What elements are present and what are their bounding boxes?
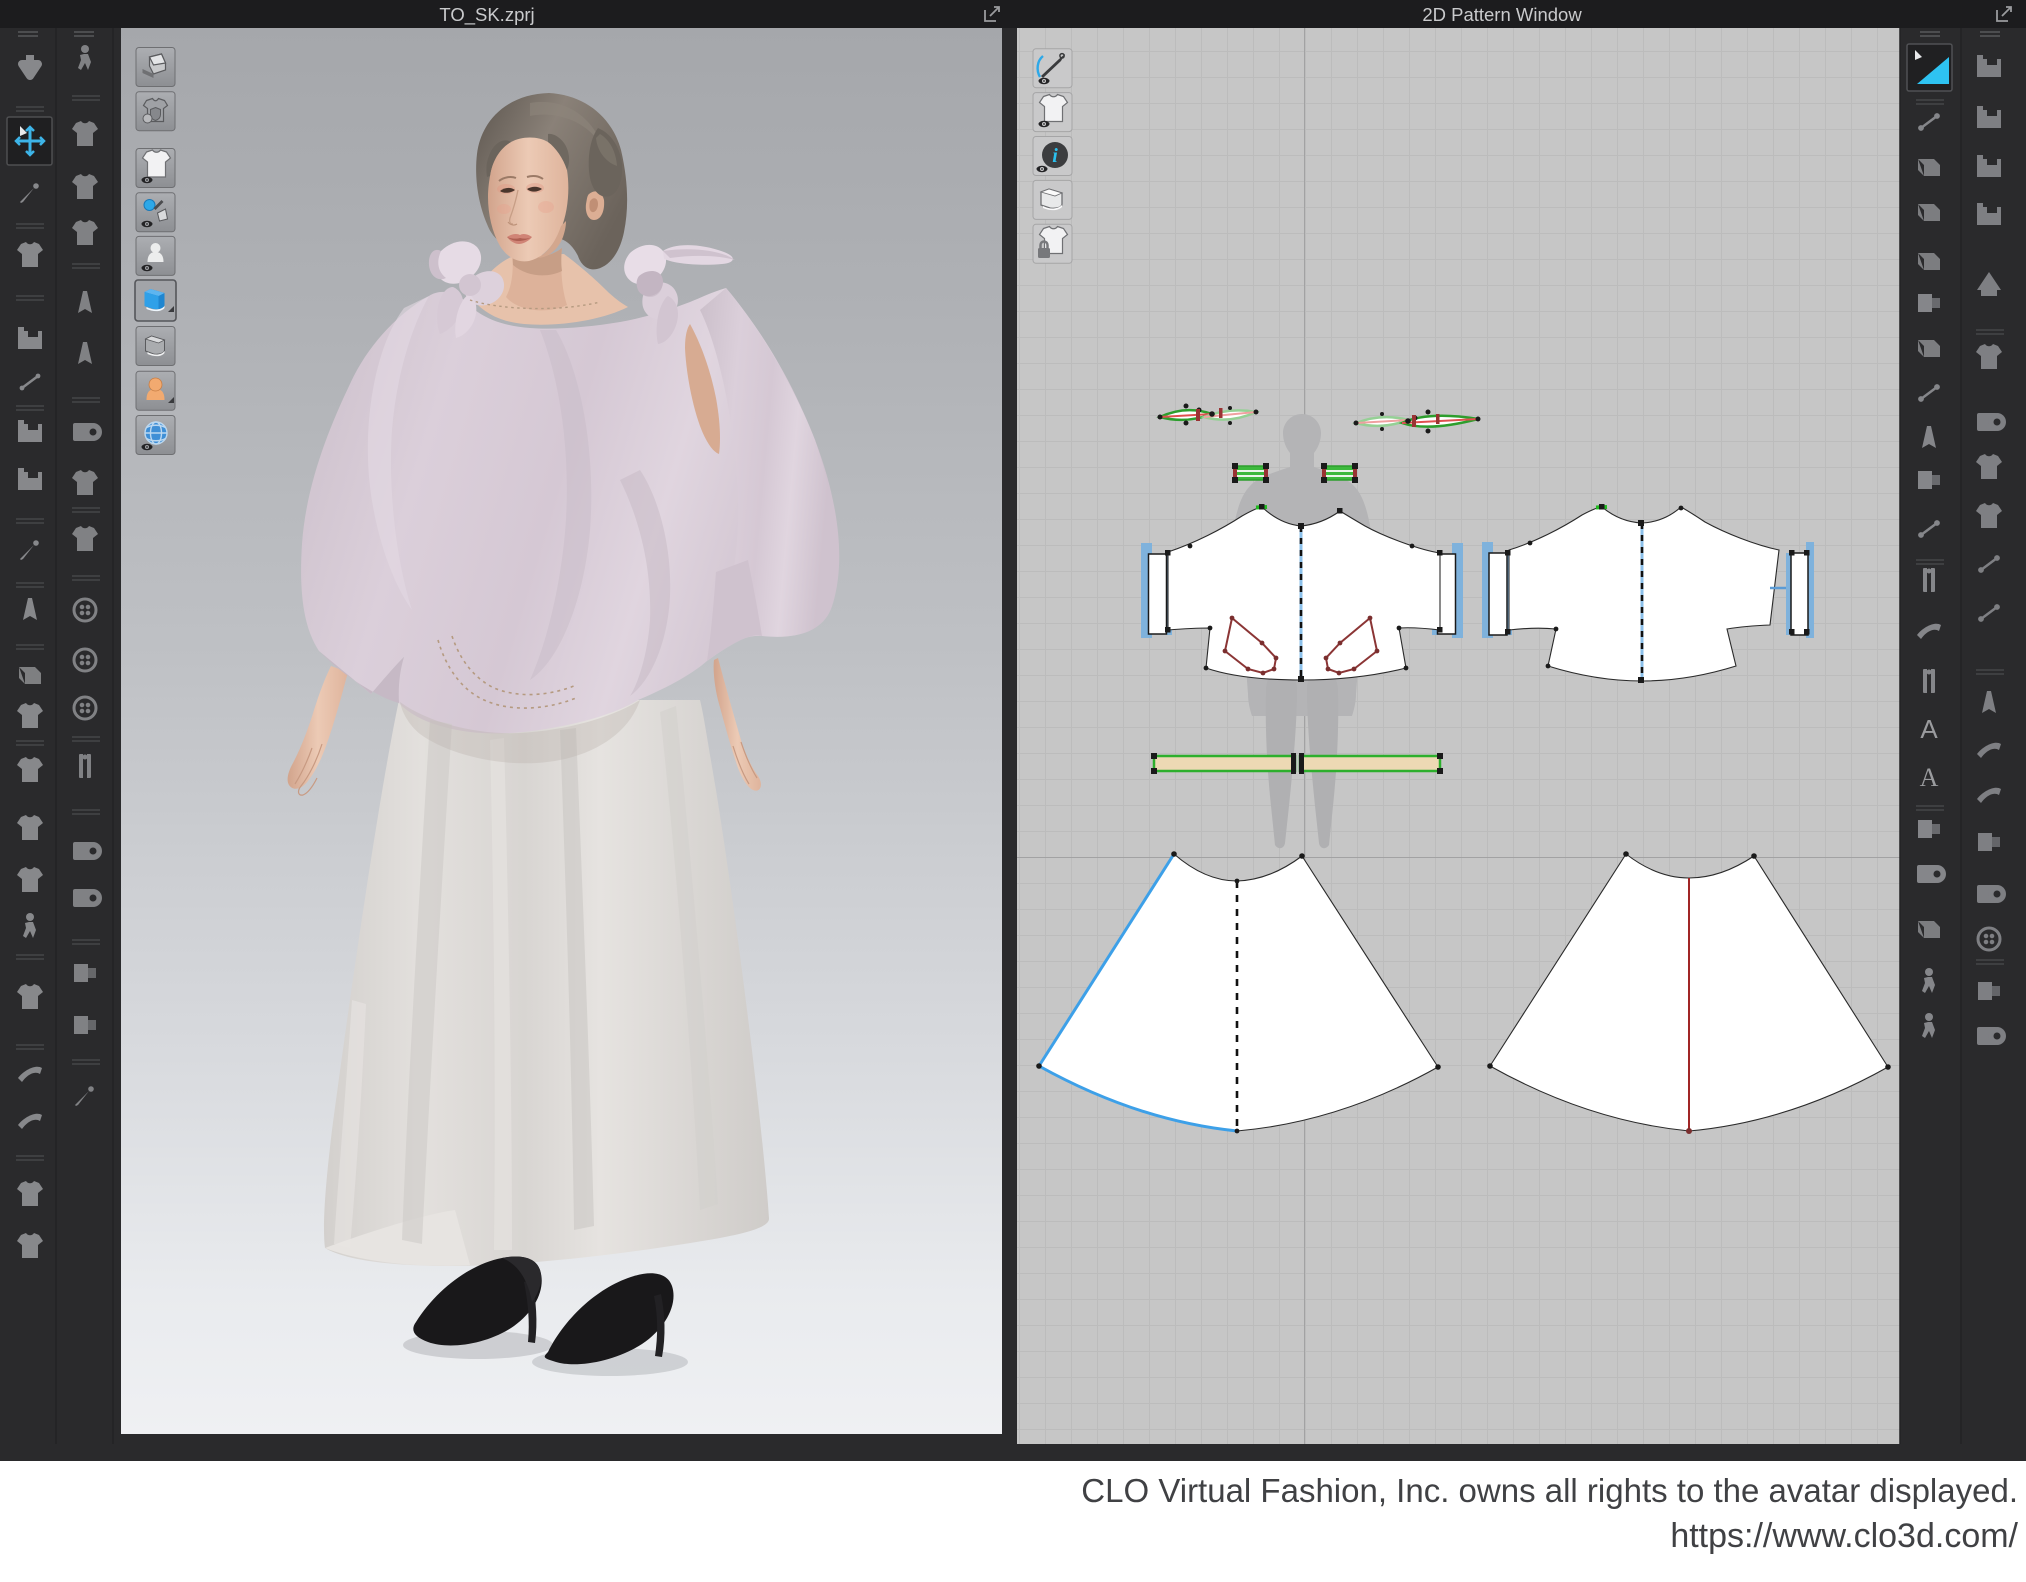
svg-text:i: i (1052, 145, 1058, 167)
svg-text:A: A (1920, 763, 1939, 792)
svg-text:A: A (1920, 714, 1938, 744)
